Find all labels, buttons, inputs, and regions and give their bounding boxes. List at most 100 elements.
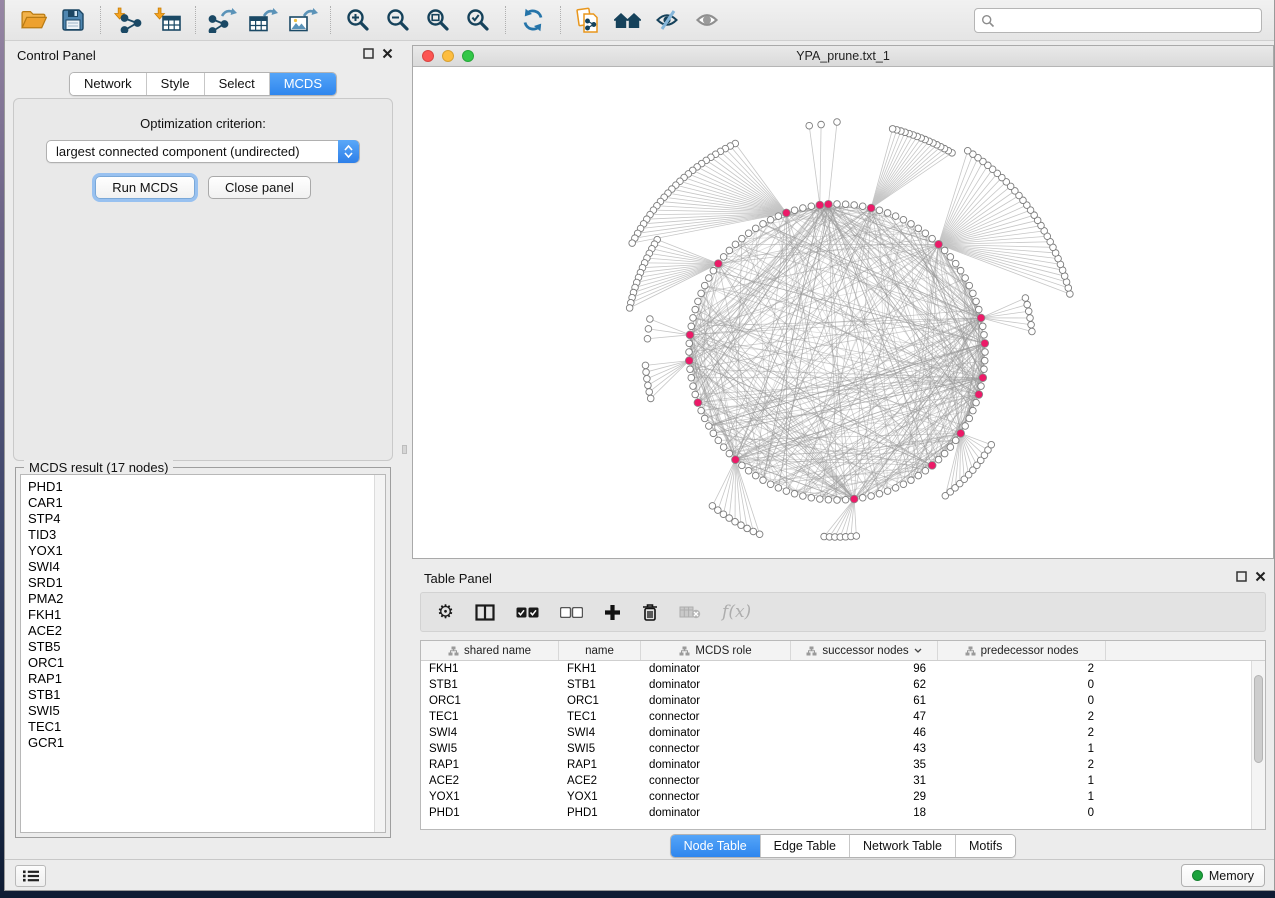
table-row[interactable]: RAP1RAP1dominator352 — [421, 757, 1251, 773]
mcds-result-item[interactable]: SWI4 — [21, 559, 385, 575]
vertical-splitter[interactable] — [401, 41, 408, 859]
select-all-columns-button[interactable] — [516, 597, 539, 627]
tab-network-table[interactable]: Network Table — [849, 835, 955, 857]
mcds-result-items: PHD1CAR1STP4TID3YOX1SWI4SRD1PMA2FKH1ACE2… — [21, 475, 385, 751]
mcds-result-item[interactable]: PMA2 — [21, 591, 385, 607]
column-header-shared-name[interactable]: shared name — [421, 641, 559, 660]
memory-status-dot — [1192, 870, 1203, 881]
network-window-titlebar[interactable]: YPA_prune.txt_1 — [413, 46, 1273, 67]
create-column-button[interactable] — [604, 597, 621, 627]
mcds-result-item[interactable]: SRD1 — [21, 575, 385, 591]
open-session-button[interactable] — [13, 3, 53, 37]
table-row[interactable]: STB1STB1dominator620 — [421, 677, 1251, 693]
mcds-result-item[interactable]: ORC1 — [21, 655, 385, 671]
export-network-icon — [208, 7, 238, 33]
tab-select[interactable]: Select — [204, 73, 269, 95]
table-row[interactable]: FKH1FKH1dominator962 — [421, 661, 1251, 677]
hide-selected-button[interactable] — [648, 3, 688, 37]
table-row[interactable]: PHD1PHD1dominator180 — [421, 805, 1251, 821]
mcds-result-item[interactable]: RAP1 — [21, 671, 385, 687]
mcds-result-item[interactable]: STB5 — [21, 639, 385, 655]
mcds-result-item[interactable]: PHD1 — [21, 479, 385, 495]
zoom-fit-button[interactable] — [418, 3, 458, 37]
table-cell: 47 — [791, 709, 938, 725]
first-neighbors-button[interactable] — [608, 3, 648, 37]
clone-network-button[interactable] — [568, 3, 608, 37]
table-row[interactable]: ORC1ORC1dominator610 — [421, 693, 1251, 709]
column-label: successor nodes — [822, 645, 908, 657]
mcds-result-item[interactable]: FKH1 — [21, 607, 385, 623]
mcds-result-item[interactable]: STB1 — [21, 687, 385, 703]
tab-node-table[interactable]: Node Table — [671, 835, 760, 857]
table-cell: STB1 — [559, 677, 641, 693]
import-table-button[interactable] — [148, 3, 188, 37]
tab-network[interactable]: Network — [70, 73, 146, 95]
table-cell: PHD1 — [559, 805, 641, 821]
table-settings-button[interactable]: ⚙ — [437, 597, 454, 627]
export-table-button[interactable] — [243, 3, 283, 37]
unselect-all-columns-button[interactable] — [560, 597, 583, 627]
table-cell: 35 — [791, 757, 938, 773]
tab-edge-table[interactable]: Edge Table — [760, 835, 849, 857]
mcds-result-item[interactable]: STP4 — [21, 511, 385, 527]
network-canvas[interactable] — [413, 67, 1273, 558]
table-cell: SWI5 — [421, 741, 559, 757]
mcds-result-list[interactable]: PHD1CAR1STP4TID3YOX1SWI4SRD1PMA2FKH1ACE2… — [20, 474, 386, 833]
table-cell: connector — [641, 789, 791, 805]
mcds-result-item[interactable]: YOX1 — [21, 543, 385, 559]
mcds-result-item[interactable]: ACE2 — [21, 623, 385, 639]
run-mcds-button[interactable]: Run MCDS — [95, 176, 195, 199]
column-header-filler — [1106, 641, 1265, 660]
splitter-handle[interactable] — [402, 445, 407, 454]
table-cell: 31 — [791, 773, 938, 789]
mcds-result-item[interactable]: TID3 — [21, 527, 385, 543]
import-table-icon — [154, 7, 182, 33]
table-cell: dominator — [641, 693, 791, 709]
node-table-header: shared namenameMCDS role successor nodes p… — [421, 641, 1265, 661]
zoom-fit-icon — [425, 7, 451, 33]
mcds-result-item[interactable]: CAR1 — [21, 495, 385, 511]
memory-button[interactable]: Memory — [1181, 864, 1265, 887]
import-network-button[interactable] — [108, 3, 148, 37]
close-panel-icon[interactable] — [1255, 571, 1266, 582]
close-panel-button[interactable]: Close panel — [208, 176, 311, 199]
refresh-button[interactable] — [513, 3, 553, 37]
zoom-in-button[interactable] — [338, 3, 378, 37]
export-network-button[interactable] — [203, 3, 243, 37]
scrollbar-thumb[interactable] — [1254, 675, 1263, 763]
table-row[interactable]: SWI4SWI4dominator462 — [421, 725, 1251, 741]
show-all-button[interactable] — [688, 3, 728, 37]
table-row[interactable]: SWI5SWI5connector431 — [421, 741, 1251, 757]
float-panel-icon[interactable] — [363, 48, 374, 59]
table-row[interactable]: ACE2ACE2connector311 — [421, 773, 1251, 789]
show-column-panel-button[interactable] — [475, 597, 495, 627]
column-header-predecessor-nodes[interactable]: predecessor nodes — [938, 641, 1106, 660]
table-row[interactable]: TEC1TEC1connector472 — [421, 709, 1251, 725]
save-session-button[interactable] — [53, 3, 93, 37]
table-scrollbar[interactable] — [1251, 661, 1265, 829]
mcds-result-item[interactable]: SWI5 — [21, 703, 385, 719]
zoom-selected-button[interactable] — [458, 3, 498, 37]
zoom-out-icon — [385, 7, 411, 33]
houses-icon — [613, 8, 643, 32]
table-row[interactable]: YOX1YOX1connector291 — [421, 789, 1251, 805]
export-image-button[interactable] — [283, 3, 323, 37]
column-header-name[interactable]: name — [559, 641, 641, 660]
float-panel-icon[interactable] — [1236, 571, 1247, 582]
mcds-list-scrollbar[interactable] — [374, 475, 385, 832]
tab-mcds[interactable]: MCDS — [269, 73, 336, 95]
task-history-button[interactable] — [15, 865, 46, 887]
optimization-criterion-select[interactable]: largest connected component (undirected) — [46, 140, 360, 163]
mcds-result-item[interactable]: GCR1 — [21, 735, 385, 751]
tab-style[interactable]: Style — [146, 73, 204, 95]
tab-motifs[interactable]: Motifs — [955, 835, 1015, 857]
column-label: predecessor nodes — [981, 645, 1079, 657]
delete-column-button[interactable] — [642, 597, 658, 627]
toolbar-separator — [100, 6, 101, 34]
search-input[interactable] — [999, 11, 1261, 31]
column-header-MCDS-role[interactable]: MCDS role — [641, 641, 791, 660]
column-header-successor-nodes[interactable]: successor nodes — [791, 641, 938, 660]
close-panel-icon[interactable] — [382, 48, 393, 59]
mcds-result-item[interactable]: TEC1 — [21, 719, 385, 735]
zoom-out-button[interactable] — [378, 3, 418, 37]
